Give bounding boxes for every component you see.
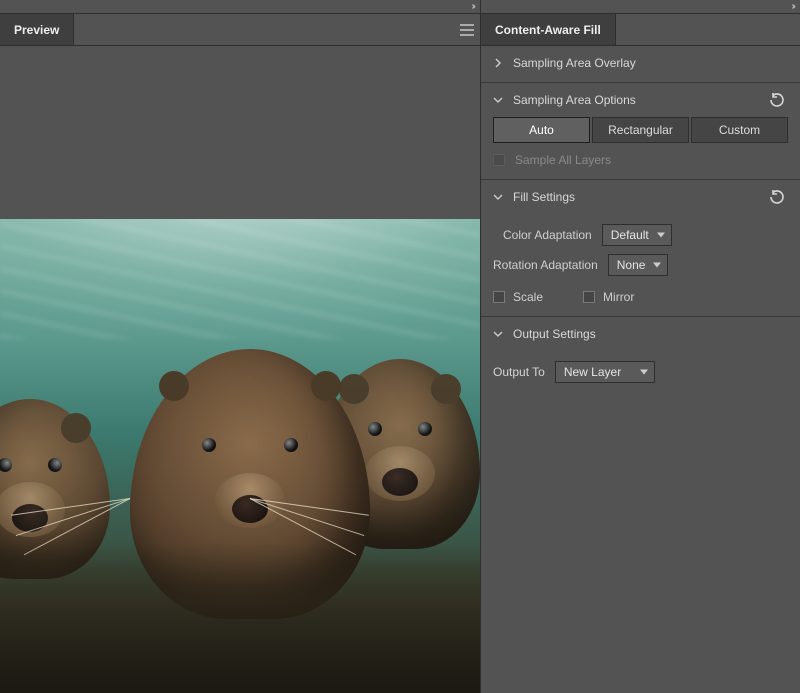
content-aware-fill-panel: ›› Content-Aware Fill Sampling Area Over…	[481, 0, 800, 693]
preview-body	[0, 46, 480, 693]
output-to-row: Output To New Layer	[493, 361, 788, 383]
select-value: Default	[611, 228, 649, 242]
preview-image[interactable]	[0, 219, 480, 693]
collapse-panel-icon[interactable]: ››	[471, 2, 474, 12]
right-panel-topbar: ››	[481, 0, 800, 14]
section-title: Sampling Area Options	[513, 93, 636, 107]
right-tab-row: Content-Aware Fill	[481, 14, 800, 46]
sample-all-layers-label: Sample All Layers	[515, 153, 611, 167]
section-title: Sampling Area Overlay	[513, 56, 636, 70]
sampling-mode-auto[interactable]: Auto	[493, 117, 590, 143]
sampling-mode-rectangular[interactable]: Rectangular	[592, 117, 689, 143]
color-adaptation-label: Color Adaptation	[503, 228, 592, 242]
panel-menu-button[interactable]	[454, 14, 480, 45]
spacer	[616, 14, 800, 45]
sample-all-layers-row: Sample All Layers	[493, 153, 788, 167]
seg-label: Rectangular	[608, 123, 673, 137]
reset-fill-button[interactable]	[766, 188, 788, 206]
rotation-adaptation-label: Rotation Adaptation	[493, 258, 598, 272]
section-fill-settings: Fill Settings Color Adaptation Default R…	[481, 180, 800, 317]
output-to-label: Output To	[493, 365, 545, 379]
sample-all-layers-checkbox	[493, 154, 505, 166]
chevron-right-icon	[493, 58, 503, 68]
fill-flags-row: Scale Mirror	[493, 290, 788, 304]
select-value: None	[617, 258, 646, 272]
section-header-sampling-overlay[interactable]: Sampling Area Overlay	[493, 56, 788, 70]
section-sampling-options: Sampling Area Options Auto Rectangular	[481, 83, 800, 180]
section-header-output-settings[interactable]: Output Settings	[493, 327, 788, 341]
rotation-adaptation-select[interactable]: None	[608, 254, 668, 276]
scale-label: Scale	[513, 290, 543, 304]
section-output-settings: Output Settings Output To New Layer	[481, 317, 800, 395]
tab-caf-label: Content-Aware Fill	[495, 23, 601, 37]
output-to-select[interactable]: New Layer	[555, 361, 655, 383]
color-adaptation-row: Color Adaptation Default	[493, 224, 788, 246]
preview-empty-area	[0, 46, 480, 219]
rotation-adaptation-row: Rotation Adaptation None	[493, 254, 788, 276]
seg-label: Custom	[719, 123, 760, 137]
tab-content-aware-fill[interactable]: Content-Aware Fill	[481, 14, 616, 45]
scale-checkbox[interactable]	[493, 291, 505, 303]
sampling-mode-group: Auto Rectangular Custom	[493, 117, 788, 143]
chevron-down-icon	[493, 329, 503, 339]
reset-sampling-button[interactable]	[766, 91, 788, 109]
section-title: Output Settings	[513, 327, 596, 341]
left-panel-topbar: ››	[0, 0, 480, 14]
tab-preview[interactable]: Preview	[0, 14, 74, 45]
mirror-option[interactable]: Mirror	[583, 290, 634, 304]
preview-panel: ›› Preview	[0, 0, 481, 693]
collapse-panel-icon[interactable]: ››	[791, 2, 794, 12]
scale-option[interactable]: Scale	[493, 290, 543, 304]
color-adaptation-select[interactable]: Default	[602, 224, 672, 246]
section-header-fill-settings[interactable]: Fill Settings	[493, 190, 788, 204]
section-sampling-overlay: Sampling Area Overlay	[481, 46, 800, 83]
tab-preview-label: Preview	[14, 23, 59, 37]
mirror-label: Mirror	[603, 290, 634, 304]
section-header-sampling-options[interactable]: Sampling Area Options	[493, 93, 788, 107]
left-tab-row: Preview	[0, 14, 480, 46]
spacer	[74, 14, 454, 45]
select-value: New Layer	[564, 365, 621, 379]
section-title: Fill Settings	[513, 190, 575, 204]
mirror-checkbox[interactable]	[583, 291, 595, 303]
sampling-mode-custom[interactable]: Custom	[691, 117, 788, 143]
chevron-down-icon	[493, 192, 503, 202]
chevron-down-icon	[493, 95, 503, 105]
right-panel-body: Sampling Area Overlay Sampling Area Opti…	[481, 46, 800, 693]
seg-label: Auto	[529, 123, 554, 137]
